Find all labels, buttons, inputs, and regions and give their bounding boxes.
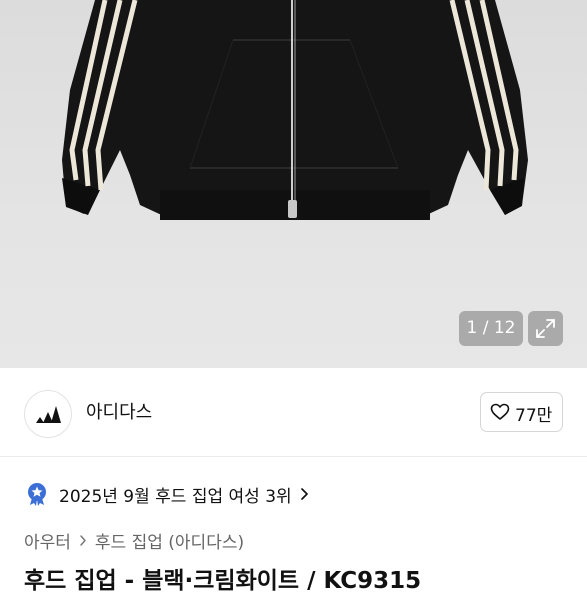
ranking-medal-icon xyxy=(26,482,48,506)
brand-row[interactable]: 아디다스 77만 xyxy=(0,368,587,457)
ranking-text: 2025년 9월 후드 집업 여성 3위 xyxy=(59,486,292,507)
heart-icon xyxy=(490,403,510,420)
breadcrumb-item-hood-zipup[interactable]: 후드 집업 (아디다스) xyxy=(95,528,244,553)
expand-button[interactable] xyxy=(528,311,563,346)
brand-logo[interactable] xyxy=(24,390,72,438)
brand-name[interactable]: 아디다스 xyxy=(86,398,152,424)
ranking-link[interactable]: 2025년 9월 후드 집업 여성 3위 xyxy=(26,481,309,507)
like-button[interactable]: 77만 xyxy=(480,392,563,432)
chevron-right-icon xyxy=(300,488,308,500)
like-count: 77만 xyxy=(515,406,553,426)
image-counter: 1 / 12 xyxy=(459,311,523,346)
product-title: 후드 집업 - 블랙·크림화이트 / KC9315 xyxy=(24,568,422,594)
expand-icon xyxy=(536,319,555,338)
chevron-right-icon xyxy=(79,534,87,547)
product-image-gallery[interactable]: 1 / 12 xyxy=(0,0,587,368)
breadcrumb-item-outer[interactable]: 아우터 xyxy=(24,528,71,553)
breadcrumb: 아우터 후드 집업 (아디다스) xyxy=(24,528,244,553)
adidas-logo xyxy=(36,406,61,423)
